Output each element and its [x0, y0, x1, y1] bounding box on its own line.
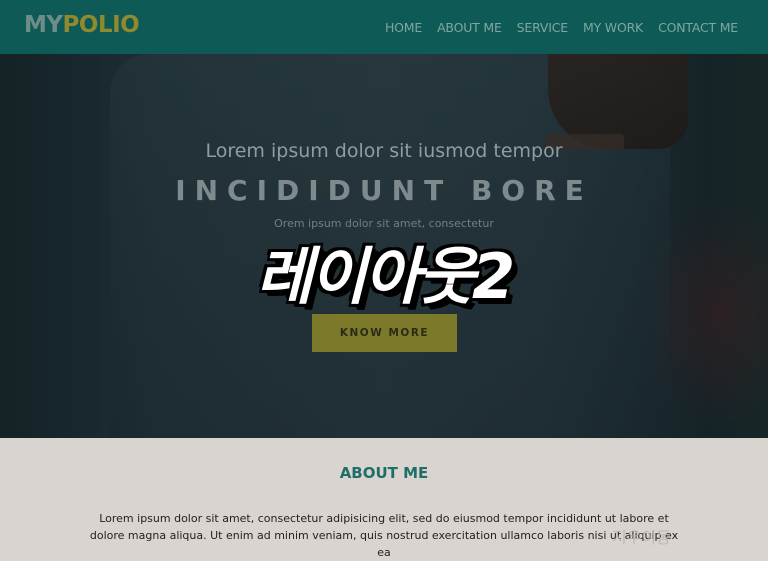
hero-section: Lorem ipsum dolor sit iusmod tempor INCI…	[0, 54, 768, 438]
nav-home[interactable]: HOME	[385, 20, 422, 35]
logo-part-my: MY	[24, 12, 63, 38]
logo[interactable]: MYPOLIO	[24, 12, 140, 38]
nav-service[interactable]: SERVICE	[517, 20, 569, 35]
about-section: ABOUT ME Lorem ipsum dolor sit amet, con…	[0, 438, 768, 559]
hero-subtitle: Lorem ipsum dolor sit iusmod tempor	[205, 140, 563, 162]
hero-title: INCIDIDUNT BORE	[175, 174, 593, 207]
know-more-button[interactable]: KNOW MORE	[312, 314, 457, 352]
overlay-caption: 레이아웃2	[255, 240, 515, 313]
nav-contact-me[interactable]: CONTACT ME	[658, 20, 738, 35]
main-nav: HOME ABOUT ME SERVICE MY WORK CONTACT ME	[385, 20, 738, 35]
nav-about-me[interactable]: ABOUT ME	[437, 20, 502, 35]
about-heading: ABOUT ME	[339, 464, 429, 482]
logo-part-polio: POLIO	[62, 12, 140, 38]
watermark: 지우이동	[612, 528, 671, 547]
site-header: MYPOLIO HOME ABOUT ME SERVICE MY WORK CO…	[0, 0, 768, 54]
nav-my-work[interactable]: MY WORK	[583, 20, 643, 35]
about-body: Lorem ipsum dolor sit amet, consectetur …	[89, 512, 679, 559]
